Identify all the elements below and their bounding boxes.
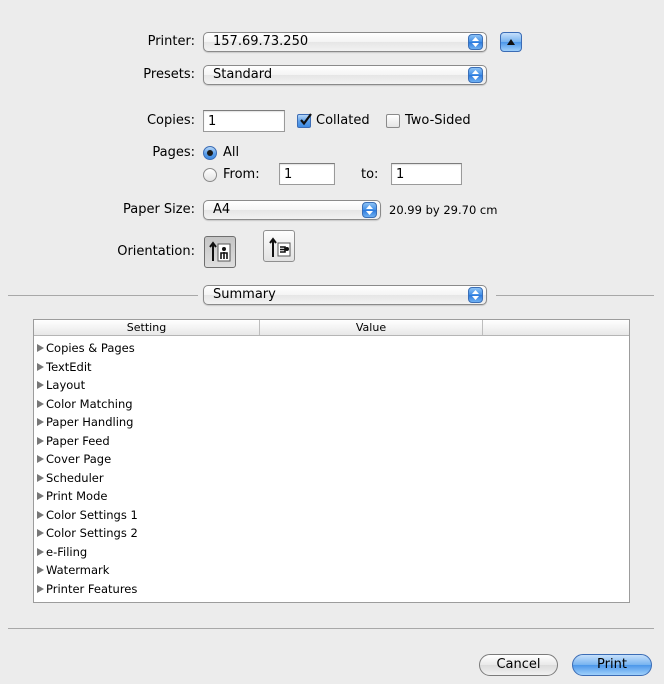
copies-field[interactable]: 1: [203, 110, 285, 132]
disclosure-triangle-icon[interactable]: [37, 344, 44, 352]
disclosure-triangle-icon[interactable]: [37, 399, 44, 408]
table-row[interactable]: TextEdit: [34, 358, 629, 377]
landscape-icon: [269, 237, 291, 257]
presets-popup[interactable]: Standard: [203, 65, 487, 85]
table-row[interactable]: Paper Handling: [34, 413, 629, 432]
cancel-button[interactable]: Cancel: [479, 654, 558, 676]
disclosure-triangle-icon[interactable]: [37, 547, 44, 556]
row-setting-label: e-Filing: [46, 544, 88, 559]
table-row[interactable]: Printer Features: [34, 580, 629, 599]
orientation-label: Orientation:: [117, 244, 195, 259]
pages-to-field[interactable]: 1: [391, 163, 462, 185]
table-row[interactable]: Print Mode: [34, 487, 629, 506]
print-button[interactable]: Print: [572, 654, 652, 676]
pages-to-label: to:: [361, 167, 379, 182]
paper-size-label: Paper Size:: [122, 202, 195, 217]
disclosure-triangle-icon[interactable]: [37, 473, 44, 482]
row-setting-label: Color Settings 1: [46, 507, 138, 522]
table-row[interactable]: Cover Page: [34, 450, 629, 469]
row-setting-label: Layout: [46, 378, 86, 392]
table-row[interactable]: Paper Feed: [34, 432, 629, 451]
row-setting-label: Color Matching: [46, 396, 133, 411]
disclosure-triangle-icon[interactable]: [37, 492, 44, 500]
paper-dimensions: 20.99 by 29.70 cm: [389, 203, 498, 217]
popup-arrows-icon: [468, 287, 483, 303]
table-rows: Copies & Pages TextEdit Layout Color Matchi…: [34, 339, 629, 598]
row-setting-label: Paper Handling: [46, 415, 134, 429]
paper-size-value: A4: [213, 202, 231, 217]
pages-from-value: 1: [284, 167, 293, 182]
row-setting-label: Color Settings 2: [46, 526, 138, 540]
popup-arrows-icon: [468, 34, 483, 50]
column-header-setting[interactable]: Setting: [34, 320, 260, 335]
row-setting-label: Copies & Pages: [46, 341, 135, 355]
row-setting-label: Scheduler: [46, 470, 104, 485]
pages-from-label: From:: [223, 167, 260, 182]
table-row[interactable]: Copies & Pages: [34, 339, 629, 358]
collated-checkbox[interactable]: [297, 113, 312, 128]
checkmark-icon: [300, 113, 312, 126]
orientation-portrait-button[interactable]: [204, 236, 236, 268]
table-row[interactable]: Color Settings 2: [34, 524, 629, 543]
triangle-up-icon: [507, 39, 515, 45]
panel-popup[interactable]: Summary: [203, 285, 487, 305]
portrait-icon: [209, 241, 231, 262]
collated-label: Collated: [316, 113, 370, 128]
table-row[interactable]: Color Settings 1: [34, 506, 629, 525]
table-row[interactable]: Scheduler: [34, 469, 629, 488]
popup-arrows-icon: [468, 67, 483, 83]
disclosure-triangle-icon[interactable]: [37, 362, 44, 371]
two-sided-label: Two-Sided: [405, 113, 471, 128]
divider-left: [8, 295, 198, 296]
disclosure-triangle-icon[interactable]: [37, 529, 44, 537]
disclosure-triangle-icon[interactable]: [37, 381, 44, 389]
row-setting-label: Printer Features: [46, 581, 138, 596]
presets-value: Standard: [213, 67, 273, 82]
row-setting-label: Paper Feed: [46, 433, 110, 448]
printer-label: Printer:: [147, 34, 195, 49]
row-setting-label: Watermark: [46, 563, 110, 577]
copies-value: 1: [208, 114, 217, 129]
pages-to-value: 1: [396, 167, 405, 182]
pages-all-label: All: [223, 145, 240, 160]
two-sided-checkbox[interactable]: [386, 114, 400, 128]
pages-from-radio[interactable]: [203, 168, 217, 182]
pages-from-field[interactable]: 1: [279, 163, 335, 185]
table-row[interactable]: Watermark: [34, 561, 629, 580]
disclosure-triangle-icon[interactable]: [37, 436, 44, 445]
table-row[interactable]: e-Filing: [34, 543, 629, 562]
summary-table[interactable]: Setting Value Copies & Pages TextEdit Layo…: [33, 319, 630, 603]
divider-bottom: [8, 628, 654, 629]
table-row[interactable]: Layout: [34, 376, 629, 395]
row-setting-label: Cover Page: [46, 452, 112, 466]
printer-popup[interactable]: 157.69.73.250: [203, 32, 487, 52]
disclosure-triangle-icon[interactable]: [37, 584, 44, 593]
copies-label: Copies:: [146, 113, 195, 128]
disclosure-triangle-icon[interactable]: [37, 418, 44, 426]
disclosure-triangle-icon[interactable]: [37, 566, 44, 574]
paper-size-popup[interactable]: A4: [203, 200, 381, 220]
table-header: Setting Value: [34, 320, 629, 336]
pages-all-radio[interactable]: [203, 146, 217, 160]
row-setting-label: TextEdit: [46, 359, 92, 374]
row-setting-label: Print Mode: [46, 489, 108, 503]
disclosure-triangle-icon[interactable]: [37, 510, 44, 519]
popup-arrows-icon: [362, 202, 377, 218]
column-header-value[interactable]: Value: [260, 320, 483, 335]
table-row[interactable]: Color Matching: [34, 395, 629, 414]
orientation-landscape-button[interactable]: [263, 230, 295, 262]
divider-right: [496, 295, 654, 296]
disclosure-triangle-icon[interactable]: [37, 455, 44, 463]
printer-value: 157.69.73.250: [213, 34, 309, 49]
disclosure-button[interactable]: [500, 32, 522, 52]
pages-label: Pages:: [152, 145, 195, 160]
presets-label: Presets:: [143, 67, 195, 82]
panel-value: Summary: [213, 287, 276, 302]
